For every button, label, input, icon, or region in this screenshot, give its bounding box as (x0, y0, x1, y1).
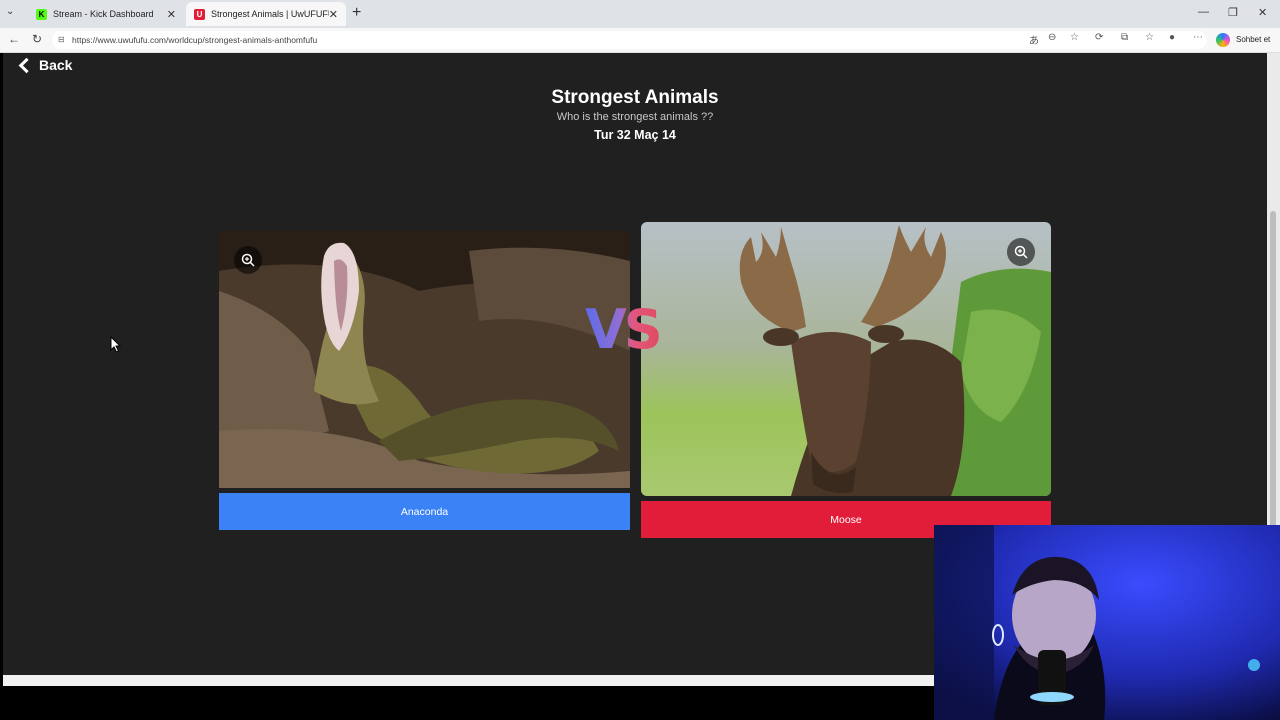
tab-list-dropdown-icon[interactable]: ⌄ (6, 6, 14, 17)
candidate-name: Moose (830, 513, 862, 526)
back-label: Back (39, 57, 73, 73)
refresh-icon[interactable]: ↻ (32, 32, 42, 46)
scrollbar-thumb[interactable] (1270, 211, 1276, 579)
more-menu-icon[interactable]: ⋯ (1193, 32, 1203, 43)
round-indicator: Tur 32 Maç 14 (594, 128, 676, 142)
webcam-overlay (934, 525, 1280, 720)
close-window-icon[interactable]: ✕ (1258, 6, 1267, 19)
zoom-in-icon[interactable] (1007, 238, 1035, 266)
moose-image[interactable] (641, 222, 1051, 496)
reader-icon[interactable]: ⊖ (1048, 32, 1056, 43)
tab-strongest-animals[interactable]: U Strongest Animals | UwUFUFU ✕ (186, 2, 346, 26)
split-screen-icon[interactable]: ⧉ (1121, 32, 1128, 43)
new-tab-plus-icon[interactable]: + (352, 4, 361, 22)
extensions-icon[interactable]: ⟳ (1095, 32, 1103, 43)
site-info-icon[interactable]: ⊟ (58, 31, 65, 49)
back-button[interactable]: Back (18, 57, 72, 73)
zoom-in-icon[interactable] (234, 246, 262, 274)
tab-kick-dashboard[interactable]: K Stream - Kick Dashboard ✕ (28, 2, 184, 26)
select-anaconda-button[interactable]: Anaconda (219, 493, 630, 530)
anaconda-photo (219, 231, 630, 488)
tab-bar: ⌄ K Stream - Kick Dashboard ✕ U Stronges… (0, 0, 1280, 28)
candidate-name: Anaconda (400, 505, 449, 518)
streamer-webcam-image (934, 525, 1280, 720)
page-subtitle: Who is the strongest animals ?? (556, 111, 714, 123)
favorites-icon[interactable]: ☆ (1145, 32, 1154, 43)
minimize-icon[interactable]: — (1198, 6, 1209, 18)
versus-label: VS (585, 298, 663, 361)
page-title: Strongest Animals (551, 87, 719, 108)
profile-icon[interactable]: ● (1169, 32, 1175, 43)
url-text: https://www.uwufufu.com/worldcup/stronge… (72, 35, 318, 45)
back-arrow-icon[interactable]: ← (8, 32, 20, 46)
translate-icon[interactable]: あ (1029, 32, 1039, 47)
mouse-cursor-icon (110, 336, 122, 353)
close-tab-icon[interactable]: ✕ (167, 8, 176, 21)
moose-photo (641, 222, 1051, 496)
copilot-icon[interactable] (1216, 33, 1230, 47)
close-tab-icon[interactable]: ✕ (329, 8, 338, 21)
anaconda-image[interactable] (219, 231, 630, 488)
restore-icon[interactable]: ❐ (1228, 6, 1238, 19)
kick-favicon-icon: K (36, 8, 47, 20)
copilot-label[interactable]: Sohbet et (1236, 35, 1270, 44)
favorite-star-icon[interactable]: ☆ (1070, 32, 1079, 43)
tab-title: Stream - Kick Dashboard (53, 9, 154, 19)
address-bar: ← ↻ ⊟ https://www.uwufufu.com/worldcup/s… (0, 28, 1280, 53)
chevron-left-icon (18, 57, 35, 73)
tab-title: Strongest Animals | UwUFUFU (211, 9, 329, 19)
uwufufu-favicon-icon: U (194, 8, 205, 20)
